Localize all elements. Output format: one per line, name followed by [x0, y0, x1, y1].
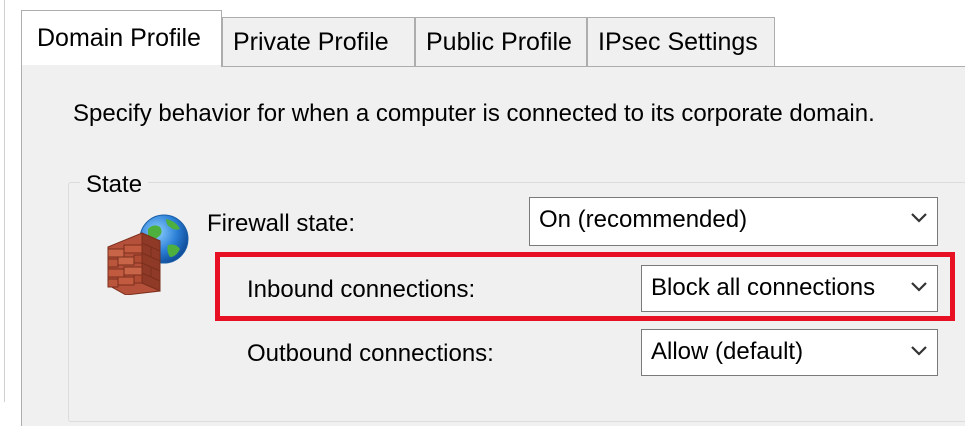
- active-tab-joiner: [22, 65, 221, 68]
- tab-domain-profile[interactable]: Domain Profile: [21, 10, 222, 67]
- outbound-connections-value: Allow (default): [651, 338, 804, 365]
- tab-label: Private Profile: [233, 28, 389, 56]
- state-group-title: State: [80, 171, 149, 199]
- firewall-state-label: Firewall state:: [207, 210, 356, 237]
- tab-private-profile[interactable]: Private Profile: [222, 17, 415, 67]
- firewall-state-dropdown[interactable]: On (recommended): [529, 197, 938, 246]
- chevron-down-icon[interactable]: [901, 266, 937, 311]
- inbound-connections-value: Block all connections: [651, 274, 876, 301]
- tab-public-profile[interactable]: Public Profile: [415, 17, 587, 67]
- chevron-down-icon[interactable]: [901, 198, 937, 245]
- profile-description: Specify behavior for when a computer is …: [73, 100, 875, 127]
- window-left-edge: [4, 0, 5, 402]
- tab-ipsec-settings[interactable]: IPsec Settings: [587, 17, 775, 67]
- tab-label: Domain Profile: [37, 24, 201, 52]
- outbound-connections-label: Outbound connections:: [247, 340, 494, 367]
- tab-label: Public Profile: [426, 28, 572, 56]
- chevron-down-icon[interactable]: [901, 330, 937, 375]
- firewall-icon: [102, 211, 194, 296]
- tab-label: IPsec Settings: [598, 28, 758, 56]
- inbound-connections-dropdown[interactable]: Block all connections: [641, 265, 938, 312]
- inbound-connections-label: Inbound connections:: [247, 276, 476, 303]
- outbound-connections-dropdown[interactable]: Allow (default): [641, 329, 938, 376]
- firewall-state-value: On (recommended): [539, 206, 748, 233]
